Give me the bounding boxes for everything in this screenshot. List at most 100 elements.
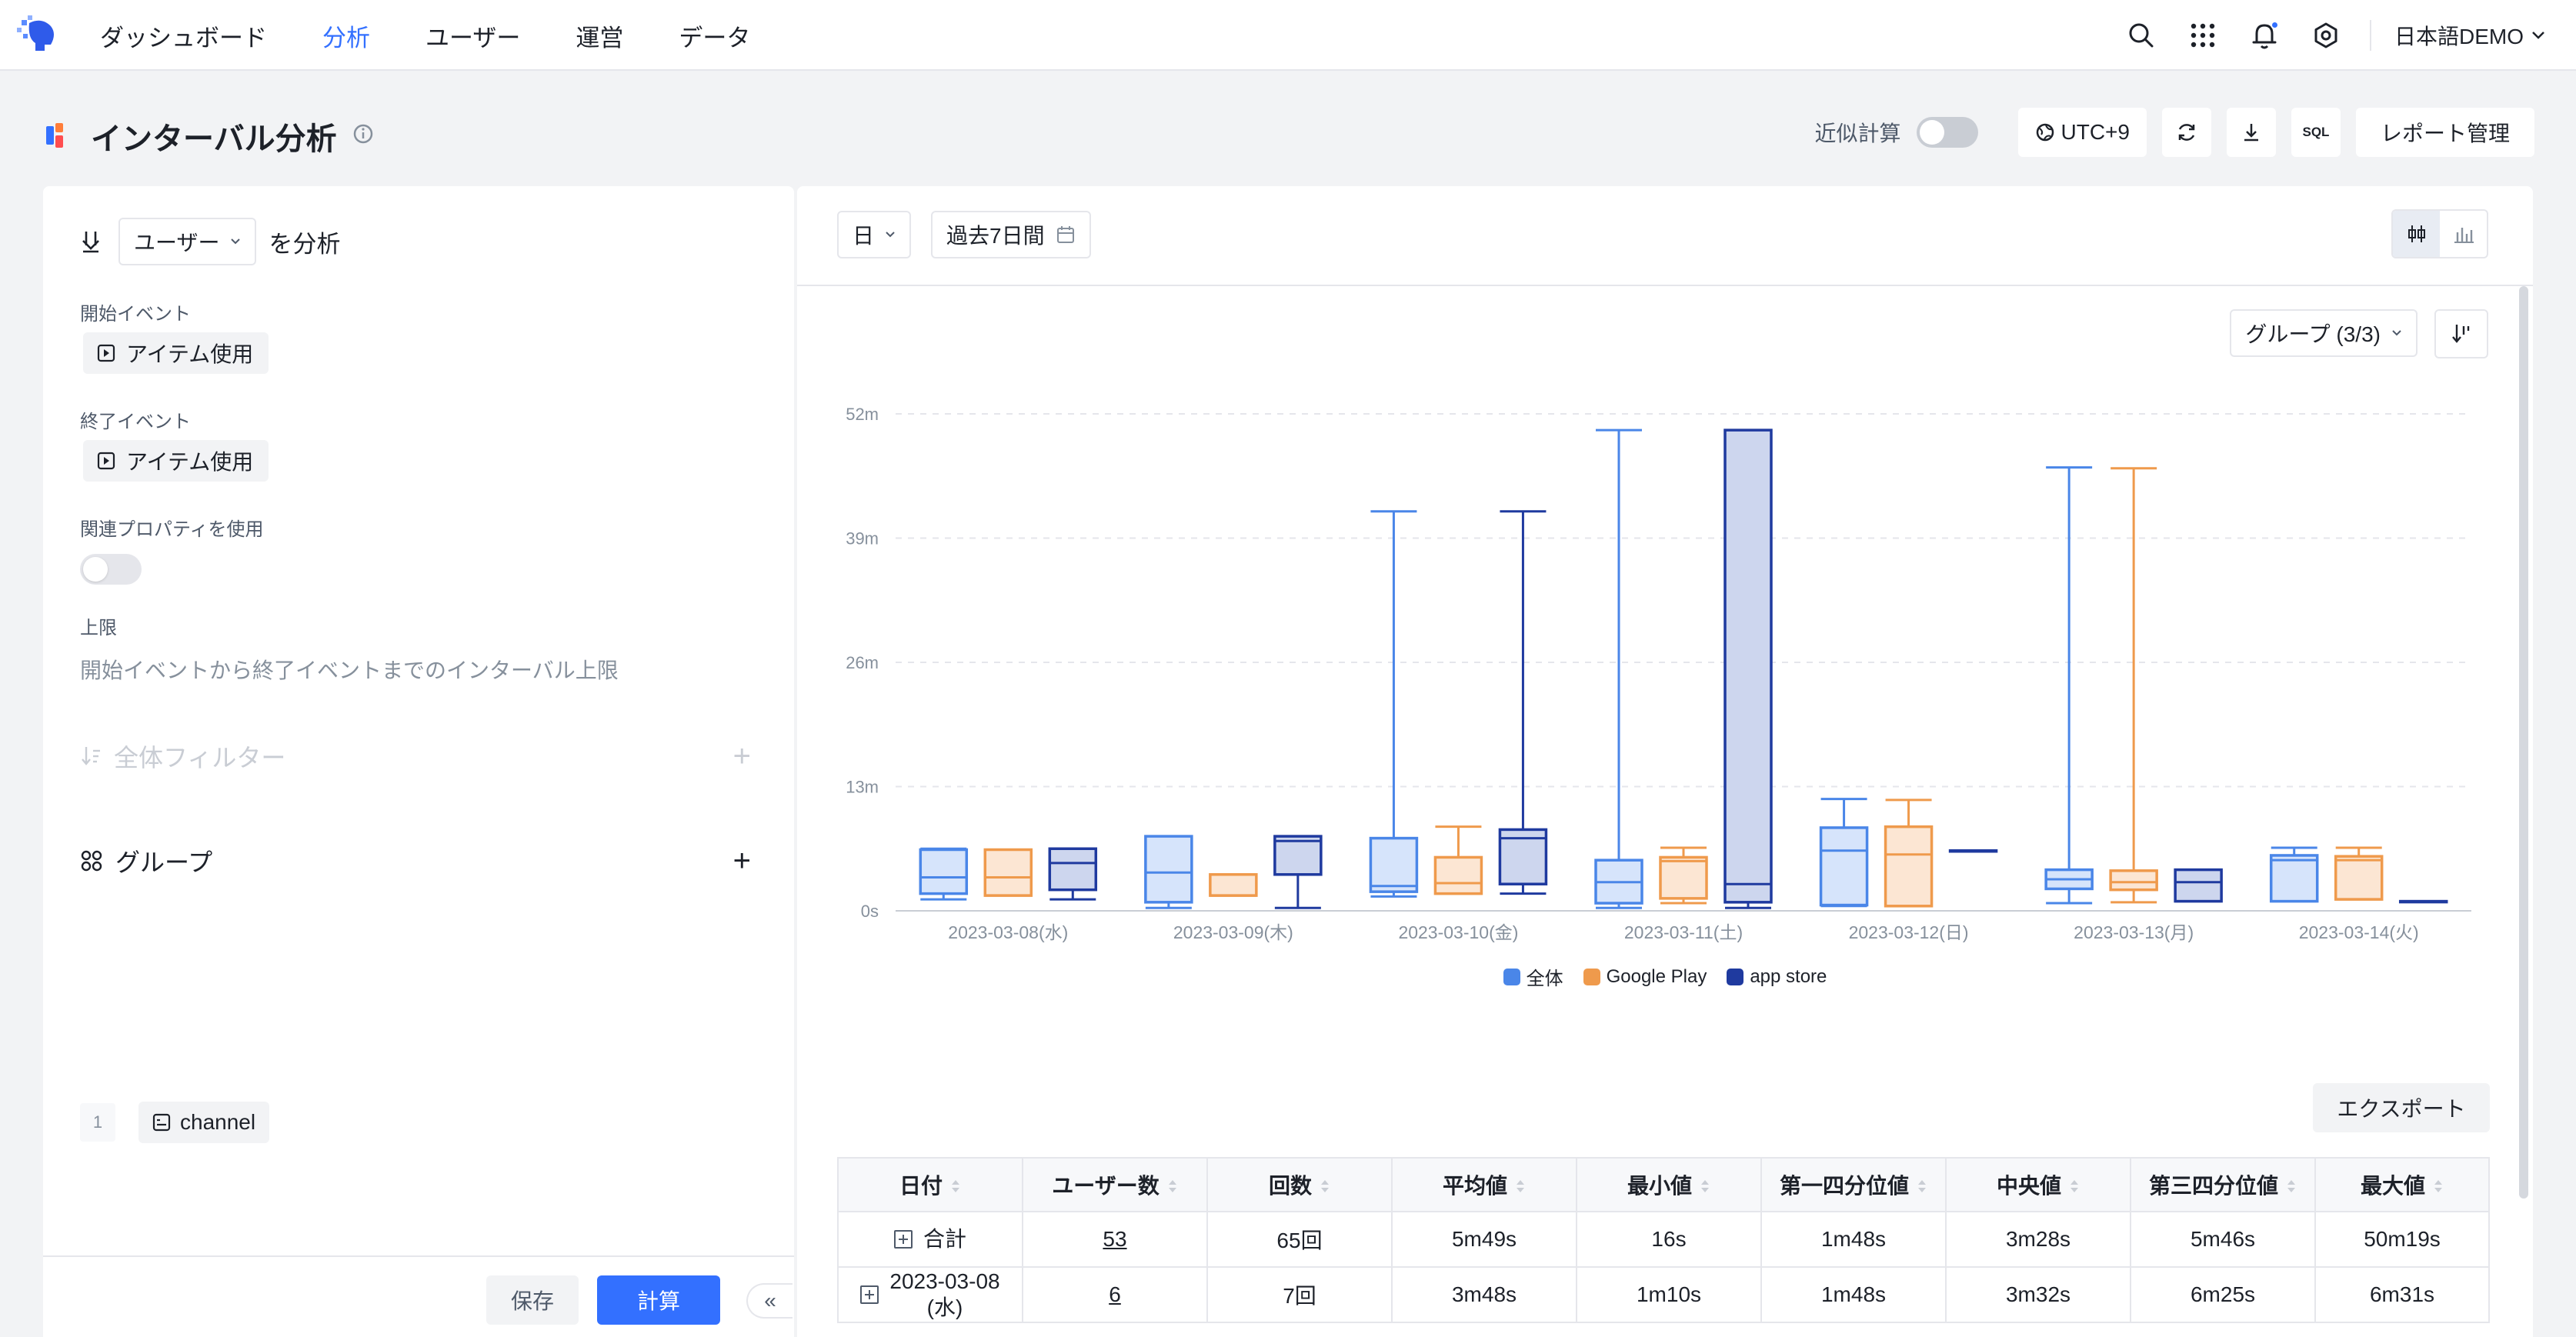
box[interactable]	[1819, 826, 1869, 907]
nav-item-2[interactable]: ユーザー	[425, 18, 520, 53]
cell-users[interactable]: 6	[1022, 1266, 1208, 1323]
group-filter-select[interactable]: グループ (3/3)	[2230, 309, 2418, 357]
sort-arrows-icon[interactable]	[2069, 1175, 2080, 1200]
box[interactable]	[2334, 855, 2384, 901]
boxplot-view-button[interactable]	[2393, 211, 2440, 257]
box[interactable]	[2269, 854, 2319, 903]
column-header[interactable]: 第一四分位値	[1760, 1157, 1947, 1212]
sort-arrows-icon[interactable]	[1515, 1175, 1526, 1200]
column-header[interactable]: 平均値	[1391, 1157, 1577, 1212]
legend-item[interactable]: 全体	[1503, 963, 1563, 990]
sort-arrows-icon[interactable]	[1320, 1175, 1330, 1200]
column-header[interactable]: 第三四分位値	[2130, 1157, 2316, 1212]
date-range-picker[interactable]: 過去7日間	[931, 211, 1091, 258]
info-icon[interactable]	[352, 123, 374, 145]
sort-arrows-icon[interactable]	[950, 1175, 961, 1200]
bar-view-button[interactable]	[2440, 211, 2487, 257]
box[interactable]	[1369, 836, 1419, 893]
report-manage-button[interactable]: レポート管理	[2355, 108, 2534, 157]
legend-swatch	[1727, 968, 1744, 985]
save-button[interactable]: 保存	[486, 1275, 579, 1325]
cell-q3: 6m25s	[2130, 1266, 2316, 1323]
settings-gear-icon[interactable]	[2310, 19, 2342, 52]
end-event-value: アイテム使用	[126, 450, 254, 474]
date-text: 合計	[923, 1227, 966, 1252]
box[interactable]	[1433, 855, 1483, 895]
box[interactable]	[1884, 825, 1934, 908]
date-range-value: 過去7日間	[946, 224, 1045, 248]
column-header[interactable]: 最大値	[2314, 1157, 2490, 1212]
legend-item[interactable]: app store	[1727, 963, 1827, 990]
box-2-2	[1498, 510, 1548, 895]
box[interactable]	[919, 848, 969, 895]
column-header[interactable]: 回数	[1206, 1157, 1393, 1212]
nav-item-4[interactable]: データ	[679, 18, 750, 53]
column-header[interactable]: 日付	[837, 1157, 1023, 1212]
export-button[interactable]: エクスポート	[2313, 1083, 2490, 1132]
box-1-3	[1659, 846, 1708, 905]
cell-count-value: 7回	[1283, 1284, 1316, 1308]
refresh-button[interactable]	[2161, 108, 2211, 157]
column-header-label: 最小値	[1627, 1174, 1692, 1198]
notification-bell-icon[interactable]	[2248, 19, 2281, 52]
sort-arrows-icon[interactable]	[1167, 1175, 1178, 1200]
box-2-0	[1048, 847, 1098, 901]
approx-calc-toggle[interactable]	[1916, 117, 1978, 148]
cell-users-value: 6	[1109, 1282, 1121, 1306]
nav-item-3[interactable]: 運営	[576, 18, 623, 53]
box[interactable]	[1209, 873, 1258, 897]
download-button[interactable]	[2226, 108, 2276, 157]
box[interactable]	[2109, 869, 2158, 892]
table-row[interactable]: 合計 53 65回 5m49s 16s 1m48s 3m28s 5m46s 50m19s	[837, 1211, 2490, 1268]
time-controls: 日 過去7日間	[837, 211, 1091, 258]
column-header[interactable]: 中央値	[1945, 1157, 2131, 1212]
sort-arrows-icon[interactable]	[2286, 1175, 2297, 1200]
result-panel: 日 過去7日間 グループ (3/3) 0s 13m 26m 39m 52m 2023-03…	[797, 186, 2533, 1337]
apps-grid-icon[interactable]	[2187, 19, 2219, 52]
related-property-toggle[interactable]	[80, 554, 142, 585]
search-icon[interactable]	[2125, 19, 2157, 52]
analyze-target-select[interactable]: ユーザー	[118, 218, 257, 265]
expand-plus-icon[interactable]	[860, 1285, 879, 1304]
add-group-plus-icon[interactable]: +	[733, 845, 751, 876]
box[interactable]	[1144, 835, 1193, 904]
cell-users[interactable]: 53	[1022, 1211, 1208, 1268]
sort-arrows-icon[interactable]	[1700, 1175, 1710, 1200]
end-event-chip[interactable]: アイテム使用	[83, 440, 269, 482]
timezone-button[interactable]: UTC+9	[2017, 108, 2147, 157]
sort-button[interactable]	[2434, 309, 2488, 358]
calculate-button[interactable]: 計算	[597, 1275, 720, 1325]
x-tick-label: 2023-03-10(金)	[1398, 922, 1518, 942]
box[interactable]	[983, 848, 1033, 897]
analyze-icon	[82, 232, 99, 253]
box[interactable]	[2174, 868, 2223, 903]
column-header[interactable]: ユーザー数	[1022, 1157, 1208, 1212]
add-filter-plus-icon[interactable]: +	[733, 741, 751, 772]
sort-arrows-icon[interactable]	[1917, 1175, 1927, 1200]
cell-median-value: 3m28s	[2005, 1227, 2071, 1251]
column-header-label: 中央値	[1996, 1174, 2061, 1198]
limit-input[interactable]: 開始イベントから終了イベントまでのインターバル上限	[80, 654, 619, 685]
collapse-panel-button[interactable]: «	[746, 1283, 792, 1319]
box[interactable]	[1659, 855, 1708, 900]
vertical-scrollbar[interactable]	[2519, 286, 2528, 1199]
chart-type-switch	[2391, 209, 2488, 258]
sort-icon	[2452, 325, 2470, 343]
sort-arrows-icon[interactable]	[2433, 1175, 2444, 1200]
top-navigation: ダッシュボード 分析 ユーザー 運営 データ 日本語DEMO	[0, 0, 2576, 71]
box[interactable]	[1723, 428, 1773, 904]
app-logo-icon[interactable]	[15, 9, 62, 55]
granularity-select[interactable]: 日	[837, 211, 912, 258]
sql-button[interactable]: SQL	[2291, 108, 2341, 157]
group-item-chip[interactable]: channel	[138, 1102, 270, 1143]
box[interactable]	[1048, 847, 1098, 892]
nav-item-1[interactable]: 分析	[322, 18, 370, 53]
expand-plus-icon[interactable]	[893, 1230, 913, 1249]
date-cell: 2023-03-08 (水)	[837, 1266, 1023, 1323]
project-switcher[interactable]: 日本語DEMO	[2394, 20, 2545, 51]
nav-item-0[interactable]: ダッシュボード	[100, 18, 267, 53]
legend-item[interactable]: Google Play	[1583, 963, 1707, 990]
column-header[interactable]: 最小値	[1576, 1157, 1762, 1212]
table-row[interactable]: 2023-03-08 (水) 6 7回 3m48s 1m10s 1m48s 3m32s 6m25…	[837, 1266, 2490, 1323]
start-event-chip[interactable]: アイテム使用	[83, 332, 269, 374]
